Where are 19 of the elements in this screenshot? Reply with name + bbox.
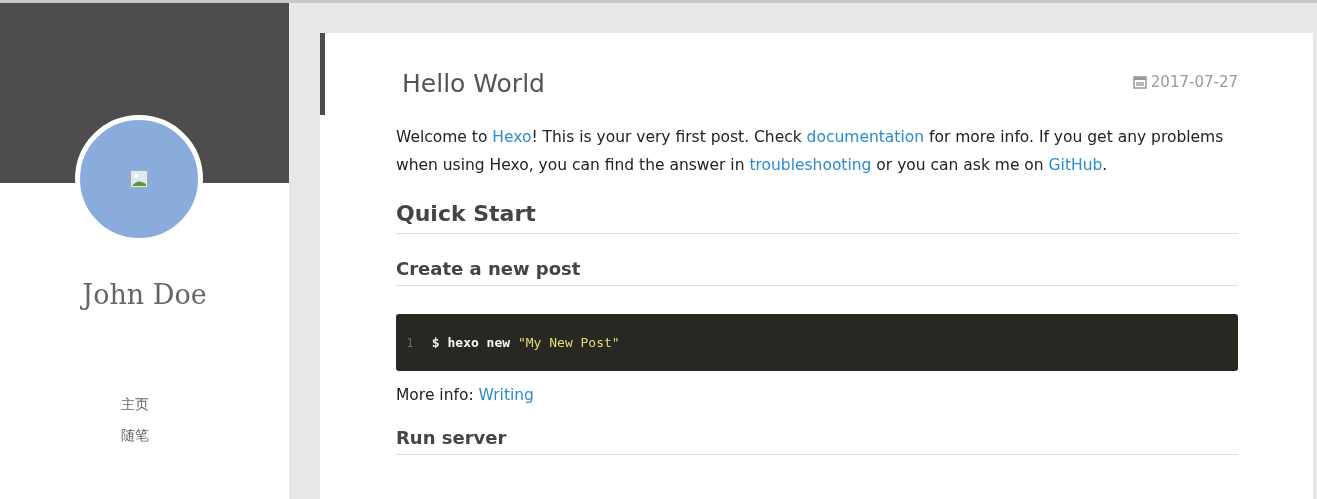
post-title: Hello World [402,69,545,99]
section-heading: Quick Start [396,201,1238,235]
calendar-icon [1132,75,1147,90]
line-number: 1 [406,334,414,352]
subsection-heading: Run server [396,427,1238,456]
text-link[interactable]: documentation [806,128,924,146]
subsection-heading: Create a new post [396,258,1238,286]
author-name: John Doe [79,278,208,312]
code-line: $ hexo new "My New Post" [431,334,620,352]
text-link[interactable]: troubleshooting [749,156,872,174]
paragraph: Welcome to Hexo! This is your very first post. Check documentation for more info. If you get any problems when using Hexo, you can find the answer in troubleshooting or you can ask me on GitHub. [396,127,1225,176]
broken-image-icon [130,170,148,188]
post-date: 2017-07-27 [1150,72,1238,93]
text-link[interactable]: Writing [478,386,534,405]
paragraph: More info: Writing [396,385,535,407]
text-link[interactable]: GitHub [1048,156,1103,174]
text-link[interactable]: Hexo [492,128,532,146]
nav-link[interactable]: 主页 [120,393,149,415]
nav-link[interactable]: 随笔 [120,424,149,446]
